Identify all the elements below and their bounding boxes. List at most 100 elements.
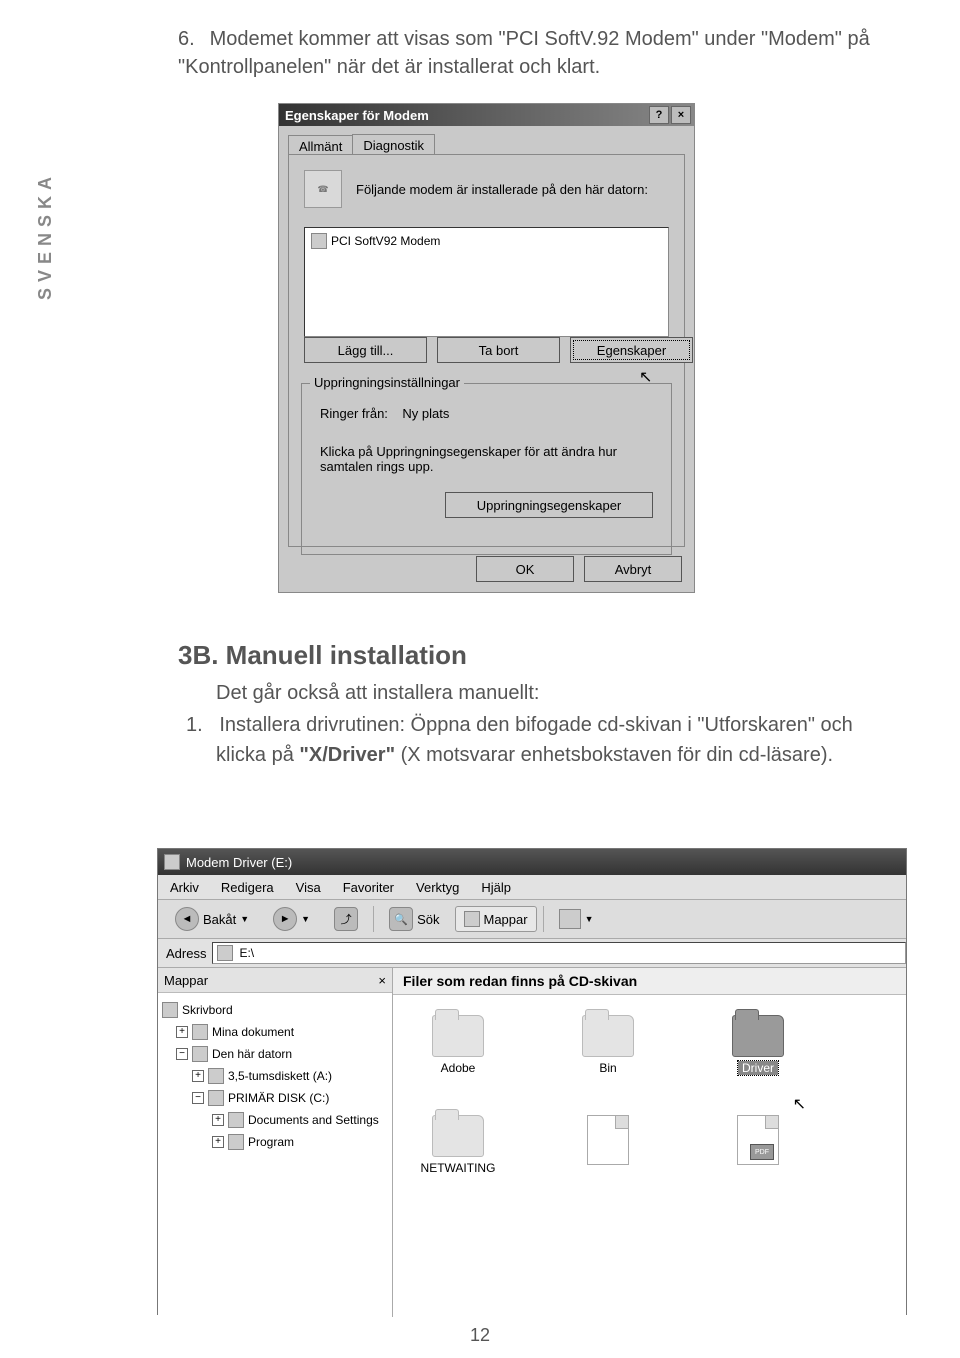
- section-body: Det går också att installera manuellt: 1…: [178, 678, 898, 772]
- collapse-icon[interactable]: −: [192, 1092, 204, 1104]
- calling-from-value: Ny plats: [402, 406, 449, 421]
- tree-program[interactable]: + Program: [162, 1131, 388, 1153]
- address-value: E:\: [239, 946, 254, 960]
- intro-paragraph: 6. Modemet kommer att visas som "PCI Sof…: [178, 25, 898, 81]
- folder-icon: [432, 1015, 484, 1057]
- forward-button[interactable]: ► ▼: [264, 902, 319, 936]
- explorer-window: Modem Driver (E:) Arkiv Redigera Visa Fa…: [157, 848, 907, 1315]
- explorer-toolbar: ◄ Bakåt ▼ ► ▼ ⤴ 🔍 Sök Mappar: [158, 900, 906, 939]
- file-pdf[interactable]: PDF: [703, 1115, 813, 1175]
- modem-item-icon: [311, 233, 327, 249]
- folders-button[interactable]: Mappar: [455, 906, 537, 932]
- views-dropdown-icon[interactable]: ▼: [585, 914, 594, 924]
- tree-docs-settings[interactable]: + Documents and Settings: [162, 1109, 388, 1131]
- file-bin[interactable]: Bin: [553, 1015, 663, 1075]
- search-label: Sök: [417, 912, 439, 927]
- dial-settings-title: Uppringningsinställningar: [310, 375, 464, 390]
- folder-icon: [732, 1015, 784, 1057]
- cancel-button[interactable]: Avbryt: [584, 556, 682, 582]
- ok-button[interactable]: OK: [476, 556, 574, 582]
- dialog-titlebar[interactable]: Egenskaper för Modem ? ×: [279, 104, 694, 126]
- computer-icon: [192, 1046, 208, 1062]
- folders-panel-title: Mappar: [164, 973, 208, 988]
- section-heading: 3B. Manuell installation: [178, 640, 467, 671]
- properties-button[interactable]: Egenskaper: [570, 337, 693, 363]
- folders-panel: Mappar × Skrivbord + Mina dokument −: [158, 968, 393, 1317]
- folder-icon: [228, 1134, 244, 1150]
- remove-button[interactable]: Ta bort: [437, 337, 560, 363]
- folder-icon: [432, 1115, 484, 1157]
- tree-desktop[interactable]: Skrivbord: [162, 999, 388, 1021]
- tree-floppy[interactable]: + 3,5-tumsdiskett (A:): [162, 1065, 388, 1087]
- expand-icon[interactable]: +: [212, 1136, 224, 1148]
- menu-redigera[interactable]: Redigera: [221, 880, 274, 895]
- side-language-label: SVENSKA: [35, 171, 56, 300]
- tree-mydocs[interactable]: + Mina dokument: [162, 1021, 388, 1043]
- forward-dropdown-icon[interactable]: ▼: [301, 914, 310, 924]
- drive-icon: [217, 945, 233, 961]
- dial-properties-button[interactable]: Uppringningsegenskaper: [445, 492, 653, 518]
- modem-list[interactable]: PCI SoftV92 Modem: [304, 227, 669, 337]
- modem-properties-dialog: Egenskaper för Modem ? × Allmänt Diagnos…: [278, 103, 695, 593]
- explorer-title-text: Modem Driver (E:): [186, 855, 292, 870]
- help-button[interactable]: ?: [649, 106, 669, 124]
- add-button[interactable]: Lägg till...: [304, 337, 427, 363]
- document-icon: [587, 1115, 629, 1165]
- menu-favoriter[interactable]: Favoriter: [343, 880, 394, 895]
- file-document[interactable]: [553, 1115, 663, 1175]
- dial-settings-group: Uppringningsinställningar Ringer från: N…: [301, 383, 672, 555]
- menu-verktyg[interactable]: Verktyg: [416, 880, 459, 895]
- drive-icon: [208, 1090, 224, 1106]
- file-driver[interactable]: Driver: [703, 1015, 813, 1075]
- page-number: 12: [0, 1325, 960, 1346]
- back-dropdown-icon[interactable]: ▼: [240, 914, 249, 924]
- expand-icon[interactable]: +: [176, 1026, 188, 1038]
- back-label: Bakåt: [203, 912, 236, 927]
- file-view-header: Filer som redan finns på CD-skivan: [393, 968, 906, 995]
- folder-icon: [582, 1015, 634, 1057]
- tab-diagnostics[interactable]: Diagnostik: [352, 134, 435, 156]
- step1-number: 1.: [186, 714, 203, 736]
- menu-hjalp[interactable]: Hjälp: [481, 880, 511, 895]
- file-netwaiting[interactable]: NETWAITING: [403, 1115, 513, 1175]
- menu-arkiv[interactable]: Arkiv: [170, 880, 199, 895]
- intro-step-number: 6.: [178, 25, 204, 53]
- file-adobe[interactable]: Adobe: [403, 1015, 513, 1075]
- pdf-icon: PDF: [737, 1115, 779, 1165]
- installed-modems-label: Följande modem är installerade på den hä…: [356, 182, 648, 197]
- modem-item-label: PCI SoftV92 Modem: [331, 234, 440, 248]
- modem-list-item[interactable]: PCI SoftV92 Modem: [309, 232, 664, 250]
- menu-visa[interactable]: Visa: [296, 880, 321, 895]
- back-icon: ◄: [175, 907, 199, 931]
- folders-icon: [464, 911, 480, 927]
- folder-tree[interactable]: Skrivbord + Mina dokument − Den här dato…: [158, 993, 392, 1159]
- forward-icon: ►: [273, 907, 297, 931]
- expand-icon[interactable]: +: [192, 1070, 204, 1082]
- address-bar: Adress E:\: [158, 939, 906, 968]
- back-button[interactable]: ◄ Bakåt ▼: [166, 902, 258, 936]
- tree-primdisk[interactable]: − PRIMÄR DISK (C:): [162, 1087, 388, 1109]
- file-view: Filer som redan finns på CD-skivan Adobe…: [393, 968, 906, 1317]
- floppy-icon: [208, 1068, 224, 1084]
- folder-icon: [228, 1112, 244, 1128]
- step1-cont: (X motsvarar enhetsbokstaven för din cd-…: [401, 744, 833, 766]
- cursor-icon: ↖: [793, 1094, 806, 1114]
- close-button[interactable]: ×: [671, 106, 691, 124]
- section-intro: Det går också att installera manuellt:: [178, 678, 898, 708]
- search-button[interactable]: 🔍 Sök: [380, 902, 448, 936]
- dial-help-text: Klicka på Uppringningsegenskaper för att…: [320, 444, 653, 474]
- tree-mycomputer[interactable]: − Den här datorn: [162, 1043, 388, 1065]
- views-button[interactable]: ▼: [550, 904, 603, 934]
- calling-from-label: Ringer från:: [320, 406, 388, 421]
- desktop-icon: [162, 1002, 178, 1018]
- folders-label: Mappar: [484, 912, 528, 927]
- explorer-menubar: Arkiv Redigera Visa Favoriter Verktyg Hj…: [158, 875, 906, 900]
- collapse-icon[interactable]: −: [176, 1048, 188, 1060]
- views-icon: [559, 909, 581, 929]
- folders-panel-close[interactable]: ×: [378, 973, 386, 988]
- explorer-titlebar[interactable]: Modem Driver (E:): [158, 849, 906, 875]
- up-button[interactable]: ⤴: [325, 902, 367, 936]
- address-field[interactable]: E:\: [212, 942, 906, 964]
- search-icon: 🔍: [389, 907, 413, 931]
- expand-icon[interactable]: +: [212, 1114, 224, 1126]
